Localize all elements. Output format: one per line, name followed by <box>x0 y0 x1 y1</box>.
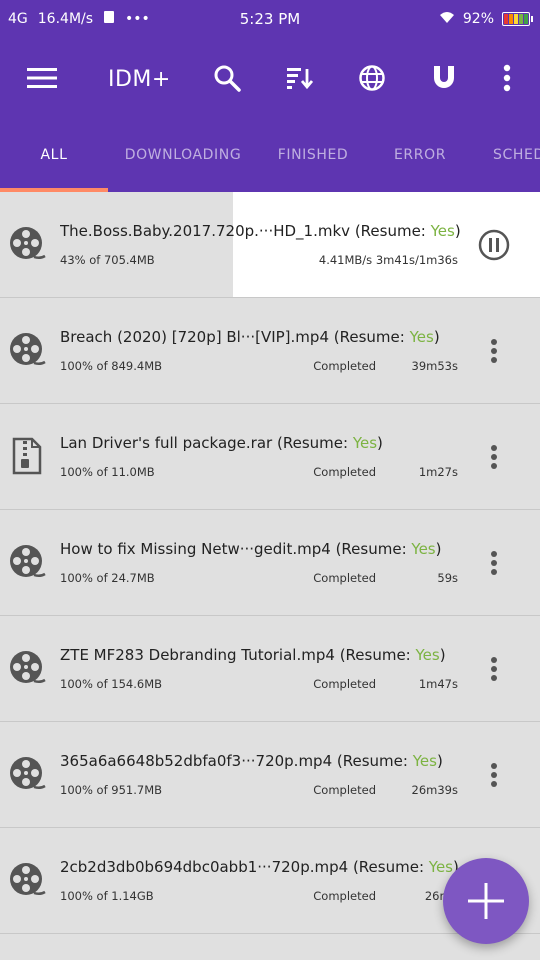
tab-finished[interactable]: FINISHED <box>262 118 364 192</box>
battery-icon <box>502 12 533 26</box>
app-bar: IDM+ <box>0 40 540 118</box>
status-label: Completed <box>313 889 376 903</box>
more-vert-icon[interactable] <box>487 58 527 98</box>
download-row[interactable]: ZTE MF283 Debranding Tutorial.mp4 (Resum… <box>0 616 540 722</box>
download-row[interactable]: Breach (2020) [720p] Bl···[VIP].mp4 (Res… <box>0 298 540 404</box>
app-title: IDM+ <box>108 67 171 92</box>
menu-icon[interactable] <box>22 58 62 98</box>
sort-icon[interactable] <box>280 58 320 98</box>
archive-icon <box>8 437 46 475</box>
file-size: 100% of 1.14GB <box>60 889 154 903</box>
film-reel-icon <box>8 649 46 687</box>
file-size: 100% of 849.4MB <box>60 359 163 373</box>
file-size: 100% of 24.7MB <box>60 571 155 585</box>
file-name: How to fix Missing Netw···gedit.mp4 (Res… <box>60 540 442 558</box>
elapsed-time: 59s <box>437 571 458 585</box>
more-vert-icon[interactable] <box>482 760 506 790</box>
tab-all[interactable]: ALL <box>0 118 108 192</box>
download-list: The.Boss.Baby.2017.720p.···HD_1.mkv (Res… <box>0 192 540 960</box>
elapsed-time: 26m39s <box>411 783 458 797</box>
more-vert-icon[interactable] <box>482 442 506 472</box>
file-name: 2cb2d3db0b694dbc0abb1···720p.mp4 (Resume… <box>60 858 459 876</box>
film-reel-icon <box>8 755 46 793</box>
download-row[interactable]: 365a6a6648b52dbfa0f3···720p.mp4 (Resume:… <box>0 722 540 828</box>
more-vert-icon[interactable] <box>482 654 506 684</box>
status-label: Completed <box>313 359 376 373</box>
film-reel-icon <box>8 543 46 581</box>
status-label: Completed <box>313 677 376 691</box>
tab-bar: ALL DOWNLOADING FINISHED ERROR SCHED <box>0 118 540 192</box>
file-size: 43% of 705.4MB <box>60 253 155 267</box>
file-name: 365a6a6648b52dbfa0f3···720p.mp4 (Resume:… <box>60 752 443 770</box>
wifi-icon <box>439 10 455 28</box>
download-row[interactable]: Lan Driver's full package.rar (Resume: Y… <box>0 404 540 510</box>
file-size: 100% of 951.7MB <box>60 783 163 797</box>
more-vert-icon[interactable] <box>482 336 506 366</box>
tab-error[interactable]: ERROR <box>380 118 460 192</box>
file-name: ZTE MF283 Debranding Tutorial.mp4 (Resum… <box>60 646 446 664</box>
status-label: Completed <box>313 465 376 479</box>
film-reel-icon <box>8 225 46 263</box>
tab-scheduled[interactable]: SCHED <box>478 118 540 192</box>
download-rate: 4.41MB/s 3m41s/1m36s <box>318 253 458 267</box>
more-vert-icon[interactable] <box>482 548 506 578</box>
file-size: 100% of 11.0MB <box>60 465 155 479</box>
add-download-button[interactable] <box>443 858 529 944</box>
tab-downloading[interactable]: DOWNLOADING <box>118 118 248 192</box>
status-label: Completed <box>313 783 376 797</box>
elapsed-time: 1m47s <box>418 677 458 691</box>
file-name: The.Boss.Baby.2017.720p.···HD_1.mkv (Res… <box>60 222 461 240</box>
file-name: Lan Driver's full package.rar (Resume: Y… <box>60 434 383 452</box>
search-icon[interactable] <box>207 58 247 98</box>
browser-icon[interactable] <box>352 58 392 98</box>
elapsed-time: 1m27s <box>418 465 458 479</box>
battery-percent: 92% <box>462 11 494 27</box>
film-reel-icon <box>8 331 46 369</box>
download-row[interactable]: How to fix Missing Netw···gedit.mp4 (Res… <box>0 510 540 616</box>
file-size: 100% of 154.6MB <box>60 677 163 691</box>
magnet-icon[interactable] <box>424 58 464 98</box>
file-name: Breach (2020) [720p] Bl···[VIP].mp4 (Res… <box>60 328 440 346</box>
status-bar: 4G 16.4M/s ••• 5:23 PM 92% <box>0 0 540 40</box>
plus-icon <box>468 883 504 919</box>
status-right: 92% <box>439 10 533 28</box>
pause-icon[interactable] <box>478 229 510 261</box>
elapsed-time: 39m53s <box>411 359 458 373</box>
film-reel-icon <box>8 861 46 899</box>
status-label: Completed <box>313 571 376 585</box>
download-row-downloading[interactable]: The.Boss.Baby.2017.720p.···HD_1.mkv (Res… <box>0 192 540 298</box>
